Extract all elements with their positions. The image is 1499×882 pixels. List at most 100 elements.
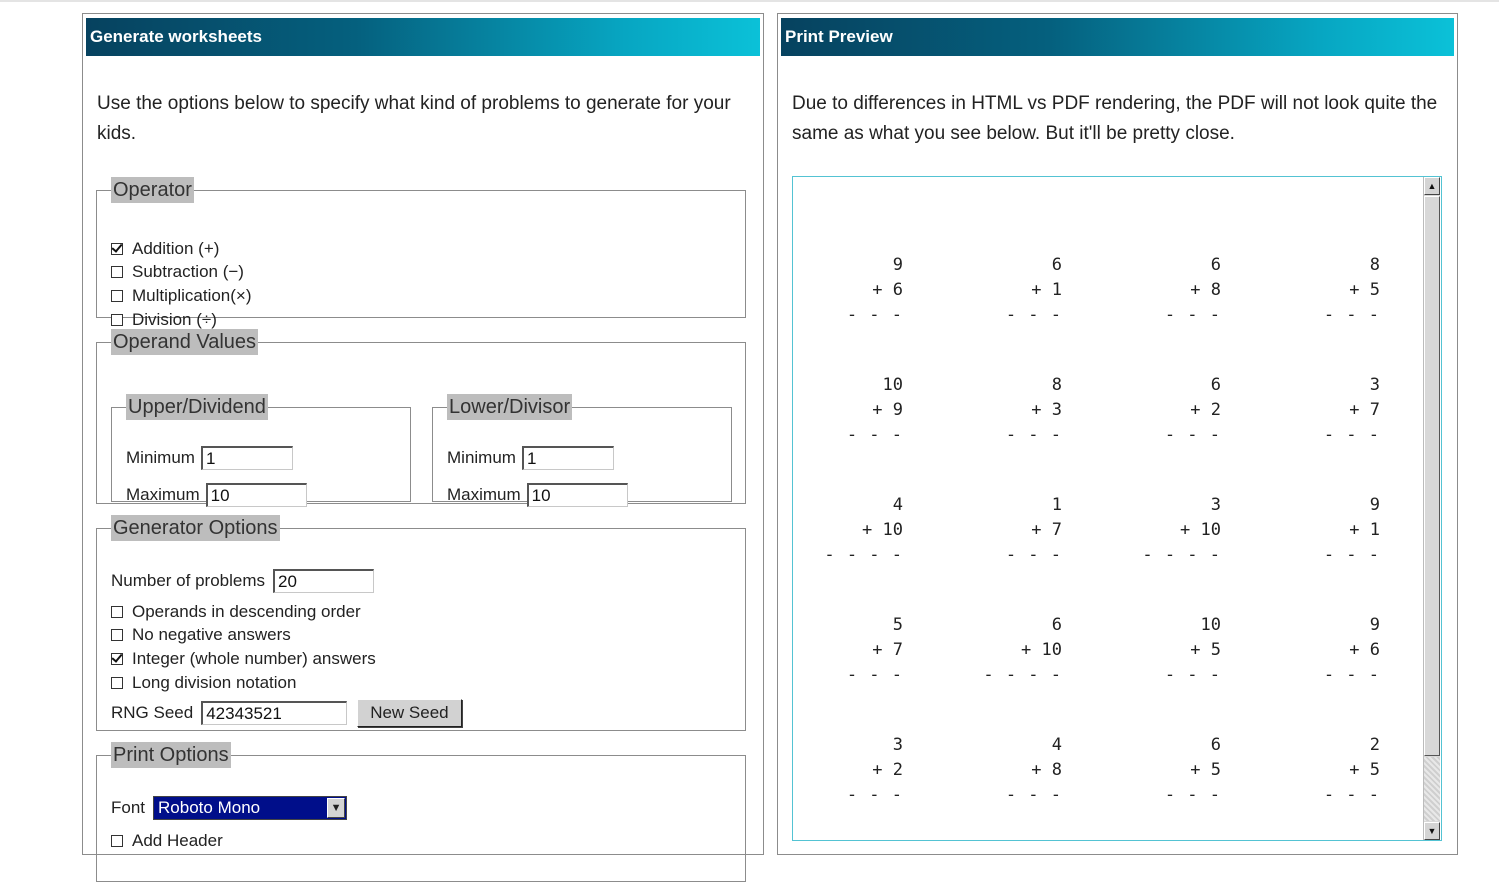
option-label: Operands in descending order — [132, 602, 361, 621]
worksheet-problem: 8 + 5 - - - — [1300, 253, 1380, 328]
problem-top: 9 — [892, 255, 903, 275]
addition-option[interactable]: Addition (+) — [111, 239, 219, 259]
problem-bottom: + 5 — [1190, 760, 1221, 780]
generator-options-fieldset: Generator Options Number of problems Ope… — [96, 515, 746, 731]
field-label: Minimum — [447, 448, 516, 467]
worksheet-problem: 8 + 3 - - - — [982, 373, 1062, 448]
new-seed-button[interactable]: New Seed — [357, 699, 462, 727]
no-negative-option[interactable]: No negative answers — [111, 625, 291, 645]
long-division-option[interactable]: Long division notation — [111, 673, 296, 693]
generator-options-legend: Generator Options — [111, 515, 280, 541]
add-header-option[interactable]: Add Header — [111, 831, 223, 851]
problem-line: - - - - — [824, 545, 903, 565]
worksheet-problem: 6 + 8 - - - — [1141, 253, 1221, 328]
problem-line: - - - — [1005, 785, 1062, 805]
upper-dividend-legend: Upper/Dividend — [126, 394, 268, 420]
number-of-problems-row: Number of problems — [111, 569, 375, 593]
preview-frame[interactable]: 9 + 6 - - - 6 + 1 - - - 6 + 8 - - - 8 + 5 - - - 10 + … — [792, 176, 1442, 841]
upper-minimum-input[interactable] — [200, 446, 293, 470]
subtraction-option[interactable]: Subtraction (−) — [111, 262, 244, 282]
problem-top: 1 — [1051, 495, 1062, 515]
rng-seed-input[interactable] — [201, 701, 348, 725]
problem-bottom: + 8 — [1190, 280, 1221, 300]
operator-legend: Operator — [111, 177, 194, 203]
problem-bottom: + 7 — [1349, 400, 1380, 420]
problem-bottom: + 1 — [1349, 520, 1380, 540]
subtraction-checkbox[interactable] — [111, 266, 123, 278]
lower-minimum-input[interactable] — [521, 446, 614, 470]
problem-line: - - - — [1323, 665, 1380, 685]
descending-order-checkbox[interactable] — [111, 606, 123, 618]
problem-top: 2 — [1369, 735, 1380, 755]
field-label: Minimum — [126, 448, 195, 467]
problem-bottom: + 5 — [1349, 760, 1380, 780]
panel-title: Generate worksheets — [86, 18, 760, 56]
problem-top: 3 — [1369, 375, 1380, 395]
scrollbar-thumb[interactable] — [1424, 196, 1440, 756]
division-checkbox[interactable] — [111, 314, 123, 326]
print-options-legend: Print Options — [111, 742, 231, 768]
rng-seed-row: RNG Seed New Seed — [111, 699, 462, 727]
problem-line: - - - — [1164, 305, 1221, 325]
scroll-up-arrow-icon[interactable]: ▲ — [1424, 177, 1440, 195]
worksheet-problem: 3 + 2 - - - — [823, 733, 903, 808]
scroll-down-arrow-icon[interactable]: ▼ — [1424, 822, 1440, 840]
worksheet-problem: 4 + 8 - - - — [982, 733, 1062, 808]
number-of-problems-input[interactable] — [273, 569, 375, 593]
problem-bottom: + 10 — [862, 520, 903, 540]
integer-answers-checkbox[interactable] — [111, 653, 123, 665]
font-select[interactable]: Roboto Mono ▼ — [153, 796, 348, 820]
lower-maximum-input[interactable] — [526, 483, 628, 507]
problem-line: - - - — [846, 785, 903, 805]
option-label: Subtraction (−) — [132, 262, 244, 281]
preview-scrollbar[interactable]: ▲ ▼ — [1423, 177, 1440, 840]
problem-top: 8 — [1051, 375, 1062, 395]
descending-order-option[interactable]: Operands in descending order — [111, 602, 361, 622]
problem-top: 6 — [1210, 255, 1221, 275]
generate-worksheets-panel: Generate worksheets Use the options belo… — [82, 13, 764, 882]
problem-top: 6 — [1051, 255, 1062, 275]
dropdown-arrow-icon[interactable]: ▼ — [327, 798, 346, 818]
problem-line: - - - — [1164, 785, 1221, 805]
worksheet-problem: 5 + 7 - - - — [823, 613, 903, 688]
lower-maximum-row: Maximum — [447, 483, 628, 507]
add-header-checkbox[interactable] — [111, 835, 123, 847]
multiplication-option[interactable]: Multiplication(×) — [111, 286, 252, 306]
top-border — [0, 0, 1499, 2]
problem-bottom: + 6 — [872, 280, 903, 300]
operator-fieldset: Operator Addition (+) Subtraction (−) Mu… — [96, 177, 746, 329]
long-division-checkbox[interactable] — [111, 677, 123, 689]
worksheet-problem: 6 + 2 - - - — [1141, 373, 1221, 448]
worksheet-problem: 2 + 5 - - - — [1300, 733, 1380, 808]
lower-divisor-fieldset: Lower/Divisor Minimum Maximum — [432, 394, 732, 507]
field-label: RNG Seed — [111, 703, 194, 722]
problem-bottom: + 5 — [1349, 280, 1380, 300]
field-label: Maximum — [126, 485, 200, 504]
lower-minimum-row: Minimum — [447, 446, 614, 470]
problem-top: 6 — [1051, 615, 1062, 635]
problem-bottom: + 2 — [1190, 400, 1221, 420]
problem-line: - - - — [846, 425, 903, 445]
problem-line: - - - — [1323, 545, 1380, 565]
multiplication-checkbox[interactable] — [111, 290, 123, 302]
scrollbar-track[interactable] — [1424, 757, 1440, 821]
upper-maximum-input[interactable] — [205, 483, 307, 507]
font-select-value: Roboto Mono — [158, 798, 261, 817]
worksheet-problem: 9 + 1 - - - — [1300, 493, 1380, 568]
problem-bottom: + 7 — [1031, 520, 1062, 540]
panel-title: Print Preview — [781, 18, 1454, 56]
no-negative-checkbox[interactable] — [111, 629, 123, 641]
worksheet-problem: 6 + 10 - - - - — [982, 613, 1062, 688]
problem-top: 3 — [892, 735, 903, 755]
problem-bottom: + 10 — [1180, 520, 1221, 540]
problem-top: 10 — [882, 375, 903, 395]
problem-line: - - - — [1323, 785, 1380, 805]
problem-line: - - - — [1323, 425, 1380, 445]
addition-checkbox[interactable] — [111, 243, 123, 255]
integer-answers-option[interactable]: Integer (whole number) answers — [111, 649, 376, 669]
problem-line: - - - — [1164, 665, 1221, 685]
problem-bottom: + 5 — [1190, 640, 1221, 660]
field-label: Font — [111, 798, 146, 817]
division-option[interactable]: Division (÷) — [111, 310, 217, 330]
problem-bottom: + 7 — [872, 640, 903, 660]
